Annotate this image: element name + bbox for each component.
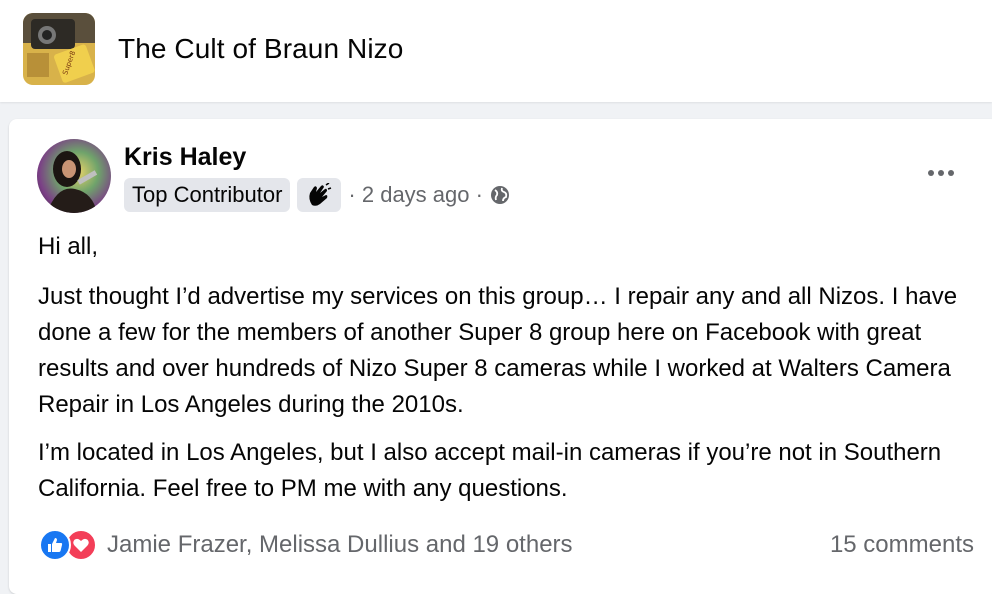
like-icon — [39, 529, 71, 561]
author-avatar[interactable] — [37, 139, 111, 213]
rising-hand-icon[interactable] — [297, 178, 342, 212]
group-header: Super8 The Cult of Braun Nizo — [0, 0, 992, 102]
group-name[interactable]: The Cult of Braun Nizo — [118, 33, 403, 65]
group-thumbnail[interactable]: Super8 — [23, 13, 95, 85]
post-paragraph: Hi all, — [38, 233, 99, 260]
reaction-icons[interactable] — [39, 529, 97, 561]
more-options-button[interactable] — [921, 161, 961, 185]
post-text: Hi all, Just thought I’d advertise my se… — [38, 229, 983, 519]
post-paragraph: I’m located in Los Angeles, but I also a… — [38, 439, 942, 502]
post-footer: Jamie Frazer, Melissa Dullius and 19 oth… — [39, 527, 974, 563]
globe-icon — [490, 185, 510, 205]
comments-count[interactable]: 15 comments — [830, 531, 974, 559]
super8-camera-icon: Super8 — [23, 13, 95, 85]
reactors-text[interactable]: Jamie Frazer, Melissa Dullius and 19 oth… — [107, 531, 573, 559]
more-dot — [928, 170, 934, 176]
post-meta: Top Contributor · 2 days ago · — [124, 177, 510, 213]
author-name[interactable]: Kris Haley — [124, 143, 246, 172]
more-dot — [938, 170, 944, 176]
post-timestamp[interactable]: · 2 days ago · — [348, 182, 483, 208]
post-paragraph: Just thought I’d advertise my services o… — [38, 283, 958, 418]
more-dot — [948, 170, 954, 176]
avatar-photo-icon — [37, 139, 111, 213]
post-card: Kris Haley Top Contributor · 2 days ago … — [9, 119, 992, 594]
top-contributor-badge[interactable]: Top Contributor — [124, 178, 291, 212]
